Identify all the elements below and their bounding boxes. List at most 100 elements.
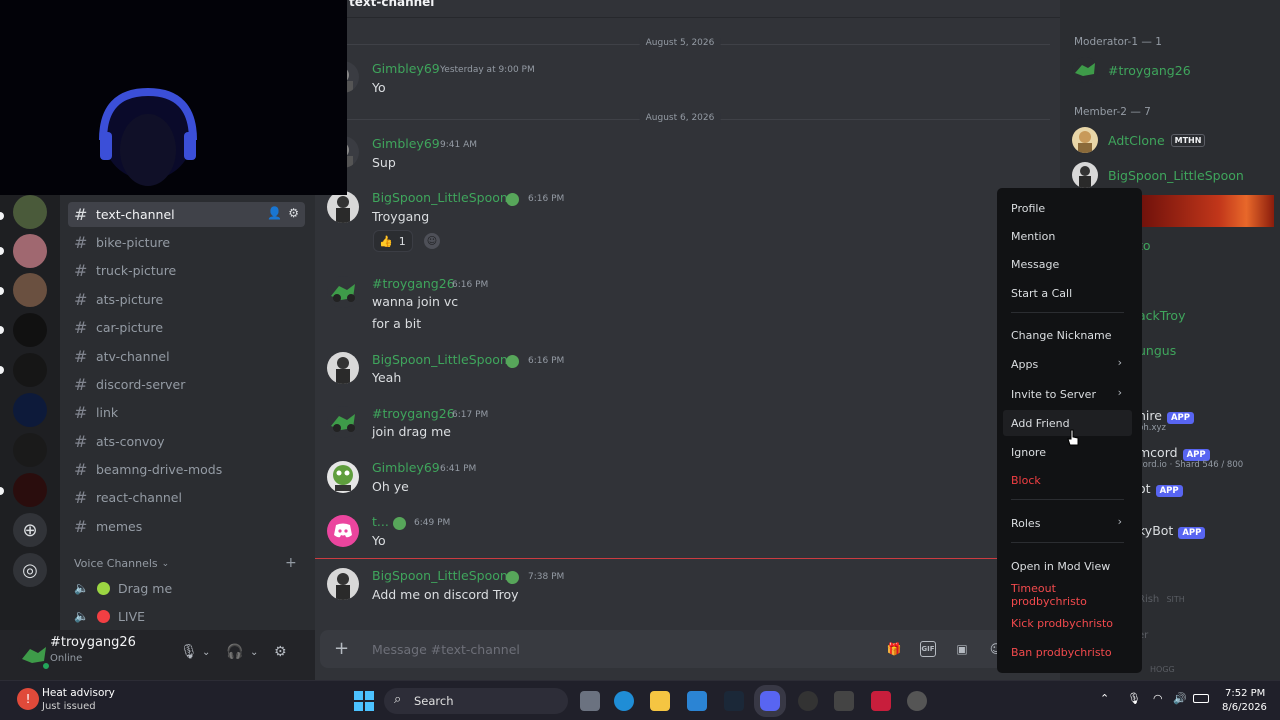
add-reaction-icon[interactable]: ☺ [424,233,440,249]
avatar[interactable] [327,461,359,493]
member-row[interactable]: #troygang26 [1072,53,1272,87]
add-channel-icon[interactable]: + [285,555,297,571]
app-icon[interactable] [798,691,818,711]
menu-item-roles[interactable]: Roles › [1003,510,1132,536]
task-view-icon[interactable] [580,691,600,711]
gear-icon[interactable]: ⚙ [288,206,299,220]
voice-channel-live[interactable]: 🔈 LIVE [74,605,145,627]
clock-date[interactable]: 8/6/2026 [1222,702,1267,713]
edge-browser-icon[interactable] [614,691,634,711]
chevron-up-icon[interactable]: ⌃ [1100,692,1109,705]
menu-item-block[interactable]: Block [1003,467,1132,493]
avatar[interactable] [327,191,359,223]
server-icon[interactable] [13,195,47,229]
member-name[interactable]: mcord APP [1138,445,1210,461]
menu-item-start-a-call[interactable]: Start a Call [1003,280,1132,306]
sticker-icon[interactable]: ▣ [954,641,970,657]
app-icon[interactable] [871,691,891,711]
member-row[interactable]: AdtClone MTHN [1072,123,1272,157]
menu-item-message[interactable]: Message [1003,251,1132,277]
channel-bike-picture[interactable]: # bike-picture [68,230,305,255]
windows-start-icon[interactable] [354,691,374,711]
microphone-icon[interactable]: 🎙 [180,644,198,660]
member-row[interactable]: BigSpoon_LittleSpoon [1072,158,1272,192]
channel-atv-channel[interactable]: # atv-channel [68,344,305,369]
discover-icon[interactable]: ◎ [13,553,47,587]
channel-link[interactable]: # link [68,400,305,425]
message-author[interactable]: t... [372,514,389,529]
menu-item-kick[interactable]: Kick prodbychristo [1003,610,1132,636]
member-name[interactable]: Rish SITH [1138,594,1185,605]
member-name[interactable]: ungus [1138,343,1176,358]
microphone-icon[interactable]: 🎙 [1127,692,1141,705]
channel-text-channel[interactable]: # text-channel 👤 ⚙ [68,202,305,227]
avatar[interactable] [327,276,359,308]
message-author[interactable]: #troygang26 [372,406,455,421]
menu-item-change-nickname[interactable]: Change Nickname [1003,322,1132,348]
file-explorer-icon[interactable] [650,691,670,711]
game-app-icon[interactable] [834,691,854,711]
message-author[interactable]: BigSpoon_LittleSpoon [372,190,508,205]
message-author[interactable]: Gimbley69 [372,136,440,151]
weather-warning-icon[interactable]: ! [17,688,39,710]
channel-ats-picture[interactable]: # ats-picture [68,287,305,312]
member-name[interactable]: ackTroy [1138,308,1185,323]
avatar[interactable] [327,568,359,600]
member-name[interactable]: hire APP [1138,408,1194,424]
wifi-icon[interactable]: ◠ [1153,692,1163,705]
store-icon[interactable] [687,691,707,711]
server-icon[interactable] [13,273,47,307]
headphones-icon[interactable]: 🎧 [226,644,243,660]
member-name[interactable]: ot APP [1138,481,1183,497]
avatar[interactable] [327,352,359,384]
discord-app-icon[interactable] [760,691,780,711]
server-icon[interactable] [13,433,47,467]
menu-item-open-in-mod-view[interactable]: Open in Mod View [1003,553,1132,579]
server-icon[interactable] [13,313,47,347]
menu-item-ban[interactable]: Ban prodbychristo [1003,639,1132,665]
server-icon[interactable] [13,393,47,427]
gif-icon[interactable]: GIF [920,641,936,657]
message-author[interactable]: BigSpoon_LittleSpoon [372,352,508,367]
channel-truck-picture[interactable]: # truck-picture [68,258,305,283]
clock-time[interactable]: 7:52 PM [1225,688,1265,699]
reaction-chip[interactable]: 👍 1 [373,230,413,252]
chevron-down-icon[interactable]: ⌄ [202,647,210,658]
channel-memes[interactable]: # memes [68,514,305,539]
message-author[interactable]: BigSpoon_LittleSpoon [372,568,508,583]
message-author[interactable]: #troygang26 [372,276,455,291]
server-icon[interactable] [13,234,47,268]
voice-channel-drag-me[interactable]: 🔈 Drag me [74,577,172,599]
voice-category[interactable]: Voice Channels ⌄ [74,557,169,570]
channel-discord-server[interactable]: # discord-server [68,372,305,397]
chevron-down-icon[interactable]: ⌄ [250,647,258,658]
member-name[interactable]: kyBot APP [1138,523,1206,539]
volume-icon[interactable]: 🔊 [1173,692,1187,705]
message-author[interactable]: Gimbley69 [372,460,440,475]
settings-gear-icon[interactable]: ⚙ [274,644,287,660]
plus-icon[interactable]: + [334,638,349,659]
channel-react-channel[interactable]: # react-channel [68,485,305,510]
avatar[interactable] [327,515,359,547]
taskbar-search[interactable]: ⌕ Search [384,688,568,714]
menu-item-invite-to-server[interactable]: Invite to Server › [1003,381,1132,407]
menu-item-profile[interactable]: Profile [1003,195,1132,221]
server-icon[interactable] [13,473,47,507]
weather-title[interactable]: Heat advisory [42,687,115,699]
user-name[interactable]: #troygang26 [50,635,136,650]
server-icon[interactable] [13,353,47,387]
menu-item-timeout[interactable]: Timeout prodbychristo [1003,582,1132,608]
app-icon[interactable] [907,691,927,711]
battery-icon[interactable] [1193,694,1209,703]
channel-beamng-drive-mods[interactable]: # beamng-drive-mods [68,457,305,482]
add-server-icon[interactable]: ⊕ [13,513,47,547]
channel-car-picture[interactable]: # car-picture [68,315,305,340]
channel-ats-convoy[interactable]: # ats-convoy [68,429,305,454]
message-input[interactable] [372,630,852,668]
menu-item-mention[interactable]: Mention [1003,223,1132,249]
message-author[interactable]: Gimbley69 [372,61,440,76]
invite-icon[interactable]: 👤 [267,206,282,220]
avatar[interactable] [327,406,359,438]
menu-item-apps[interactable]: Apps › [1003,351,1132,377]
steam-icon[interactable] [724,691,744,711]
